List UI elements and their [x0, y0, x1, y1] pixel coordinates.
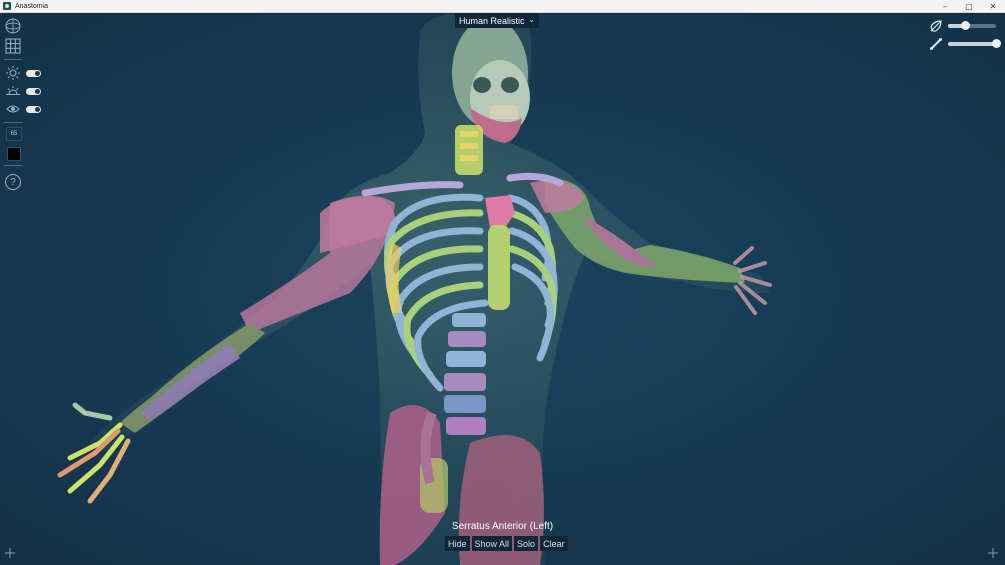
- window-controls: – □ ✕: [933, 0, 1005, 12]
- sunset-toggle-row: [4, 82, 44, 100]
- help-icon[interactable]: ?: [5, 174, 21, 190]
- app-icon: [3, 2, 11, 10]
- maximize-button[interactable]: □: [957, 0, 981, 12]
- toolbar-divider: [4, 59, 22, 60]
- bone-opacity-fill: [948, 42, 996, 46]
- sunset-toggle[interactable]: [26, 87, 41, 95]
- cervical-spine: [455, 125, 483, 175]
- selection-action-bar: Hide Show All Solo Clear: [445, 536, 570, 551]
- close-button[interactable]: ✕: [981, 0, 1005, 12]
- background-color-swatch[interactable]: [7, 147, 21, 161]
- hide-button[interactable]: Hide: [445, 536, 470, 551]
- light-toggle-row: [4, 64, 44, 82]
- skin-opacity-slider[interactable]: [948, 21, 996, 30]
- selected-structure-label: Serratus Anterior (Left): [451, 521, 554, 532]
- field-of-view-input[interactable]: 65: [6, 127, 22, 141]
- bone-opacity-slider[interactable]: [948, 39, 1001, 48]
- toolbar-divider: [4, 165, 22, 166]
- anatomy-viewport[interactable]: 65 ? Human Realistic ⌄: [0, 13, 1005, 565]
- opacity-sliders: [928, 17, 1001, 53]
- title-bar: Anastomia – □ ✕: [0, 0, 1005, 13]
- clear-button[interactable]: Clear: [540, 536, 568, 551]
- light-icon: [4, 64, 22, 82]
- anatomy-model[interactable]: [0, 13, 1005, 565]
- app-title: Anastomia: [15, 2, 49, 10]
- bone-opacity-icon: [928, 36, 944, 52]
- xray-toggle-row: [4, 100, 44, 118]
- light-toggle[interactable]: [26, 69, 41, 77]
- bone-opacity-row: [928, 35, 1001, 53]
- skin-opacity-row: [928, 17, 996, 35]
- skin-opacity-thumb[interactable]: [960, 21, 970, 30]
- grid-icon[interactable]: [4, 37, 22, 55]
- chevron-down-icon: ⌄: [528, 15, 535, 24]
- skin-opacity-icon: [928, 18, 944, 34]
- minimize-button[interactable]: –: [933, 0, 957, 12]
- preset-label: Human Realistic: [459, 15, 525, 26]
- left-toolbar: 65 ?: [4, 17, 44, 190]
- move-icon[interactable]: [988, 548, 998, 558]
- xray-toggle[interactable]: [26, 105, 41, 113]
- solo-button[interactable]: Solo: [514, 536, 539, 551]
- sunset-icon: [4, 82, 22, 100]
- show-all-button[interactable]: Show All: [471, 536, 513, 551]
- move-icon[interactable]: [5, 548, 15, 558]
- bone-opacity-thumb[interactable]: [992, 39, 1001, 48]
- render-preset-dropdown[interactable]: Human Realistic ⌄: [455, 13, 539, 28]
- toolbar-divider: [4, 122, 22, 123]
- sphere-view-icon[interactable]: [4, 17, 22, 35]
- xray-eye-icon: [4, 100, 22, 118]
